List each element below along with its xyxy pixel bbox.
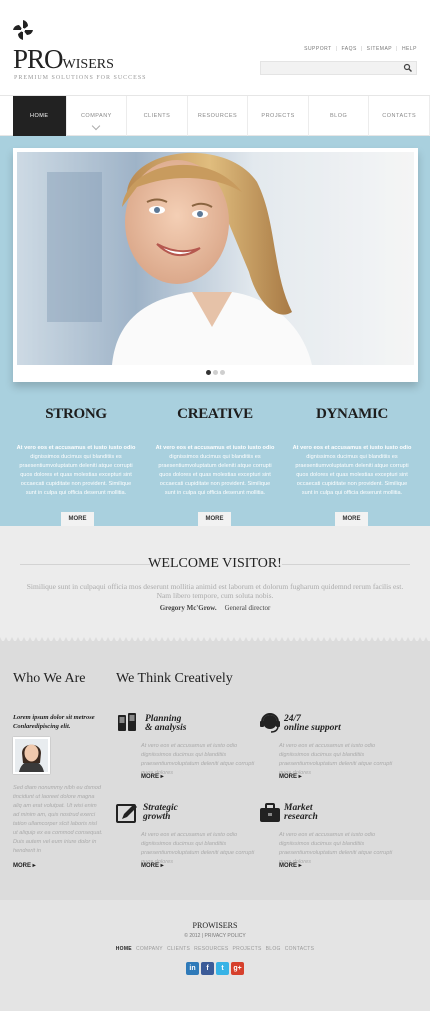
nav-contacts[interactable]: CONTACTS (369, 96, 430, 136)
facebook-icon[interactable]: f (201, 962, 214, 975)
googleplus-icon[interactable]: g+ (231, 962, 244, 975)
who-text: Sed diam nonummy nibh eu dsmod tincidunt… (13, 785, 103, 854)
footer-nav-contacts[interactable]: CONTACTS (285, 946, 315, 952)
footer-copyright: © 2012 | PRIVACY POLICY (184, 933, 246, 939)
twitter-icon[interactable]: t (216, 962, 229, 975)
more-label: MORE (279, 863, 297, 869)
footer (0, 900, 430, 1011)
welcome-text: Similique sunt in culpaqui officia mos d… (26, 582, 404, 600)
nav-company[interactable]: COMPANY (67, 96, 128, 136)
more-button[interactable]: MORE (335, 512, 368, 526)
who-subtitle: Lorem ipsum dolor sit metrose Conlaredip… (13, 714, 95, 730)
footer-brand: PROWISERS (192, 921, 238, 930)
footer-nav-resources[interactable]: RESOURCES (194, 946, 228, 952)
feature-title: Strategic growth (143, 803, 178, 822)
column-text: At vero eos et accusamus et iusto iusto … (292, 445, 412, 496)
column-creative: CREATIVE At vero eos et accusamus et ius… (155, 406, 275, 498)
social-links: in f t g+ (186, 962, 244, 975)
pencil-icon (116, 804, 137, 823)
footer-nav-blog[interactable]: BLOG (266, 946, 281, 952)
column-title: DYNAMIC (315, 406, 389, 422)
footer-nav-home[interactable]: HOME (116, 946, 132, 952)
header: PROWISERS PREMIUM SOLUTIONS FOR SUCCESS … (0, 0, 430, 95)
search-box (260, 61, 417, 80)
feature-title: Market research (284, 803, 318, 822)
top-link-faqs[interactable]: FAQS (342, 46, 357, 52)
tagline: PREMIUM SOLUTIONS FOR SUCCESS (14, 75, 147, 81)
feature-more-link[interactable]: MORE ▸ (141, 773, 164, 780)
feature-more-link[interactable]: MORE ▸ (279, 862, 302, 869)
more-label: MORE (279, 774, 297, 780)
who-heading: Who We Are (13, 671, 86, 686)
headset-icon (260, 713, 280, 733)
chevron-down-icon (92, 121, 101, 131)
footer-nav-projects[interactable]: PROJECTS (233, 946, 262, 952)
top-link-sitemap[interactable]: SITEMAP (367, 46, 392, 52)
feature-title-line: growth (143, 812, 171, 822)
signature-name: Gregory Mc'Grow. (159, 604, 217, 612)
feature-title-line: & analysis (145, 723, 187, 733)
slider-photo (17, 152, 414, 365)
logo-swirl-icon (13, 20, 33, 40)
linkedin-icon[interactable]: in (186, 962, 199, 975)
footer-nav: HOME COMPANY CLIENTS RESOURCES PROJECTS BLOG C… (0, 946, 430, 952)
slider-dot[interactable] (206, 370, 211, 375)
column-dynamic: DYNAMIC At vero eos et accusamus et iust… (292, 406, 412, 498)
column-title: STRONG (45, 406, 107, 422)
column-strong: STRONG At vero eos et accusamus et iusto… (16, 406, 136, 498)
welcome-title: WELCOME VISITOR! (148, 556, 282, 571)
feature-more-link[interactable]: MORE ▸ (141, 862, 164, 869)
column-text: At vero eos et accusamus et iusto iusto … (155, 445, 275, 496)
slider-dots (206, 370, 225, 375)
more-label: MORE (13, 863, 31, 869)
briefcase-icon (260, 803, 280, 822)
footer-nav-clients[interactable]: CLIENTS (167, 946, 190, 952)
welcome-signature: Gregory Mc'Grow. General director (0, 604, 430, 612)
top-link-support[interactable]: SUPPORT (304, 46, 332, 52)
avatar (13, 737, 50, 774)
signature-role: General director (224, 604, 271, 612)
think-heading: We Think Creatively (116, 671, 233, 686)
feature-title: 24/7 online support (284, 714, 341, 733)
privacy-policy-link[interactable]: PRIVACY POLICY (205, 933, 246, 939)
feature-title: Planning & analysis (145, 714, 187, 733)
copyright-text: © 2012 (184, 933, 201, 939)
main-nav: HOME COMPANY CLIENTS RESOURCES PROJECTS … (0, 95, 430, 136)
logo[interactable]: PROWISERS (13, 44, 114, 75)
page: PROWISERS PREMIUM SOLUTIONS FOR SUCCESS … (0, 0, 430, 1011)
slider-dot[interactable] (220, 370, 225, 375)
top-link-help[interactable]: HELP (402, 46, 417, 52)
footer-nav-company[interactable]: COMPANY (136, 946, 163, 952)
more-button[interactable]: MORE (61, 512, 94, 526)
feature-title-line: research (284, 812, 318, 822)
nav-resources[interactable]: RESOURCES (188, 96, 249, 136)
nav-home[interactable]: HOME (13, 96, 67, 136)
search-input[interactable] (261, 68, 401, 80)
logo-pro: PRO (13, 44, 64, 74)
column-title: CREATIVE (177, 406, 253, 422)
search-icon[interactable] (403, 63, 413, 73)
nav-clients[interactable]: CLIENTS (127, 96, 188, 136)
column-text: At vero eos et accusamus et iusto iusto … (16, 445, 136, 496)
nav-projects[interactable]: PROJECTS (248, 96, 309, 136)
phone-icon (118, 713, 136, 731)
feature-more-link[interactable]: MORE ▸ (279, 773, 302, 780)
nav-blog[interactable]: BLOG (309, 96, 370, 136)
logo-wisers: WISERS (62, 57, 114, 72)
nav-company-label: COMPANY (80, 113, 112, 119)
who-more-link[interactable]: MORE ▸ (13, 862, 36, 869)
more-button[interactable]: MORE (198, 512, 231, 526)
more-label: MORE (141, 774, 159, 780)
feature-title-line: online support (284, 723, 341, 733)
more-label: MORE (141, 863, 159, 869)
top-links: SUPPORT | FAQS | SITEMAP | HELP (304, 46, 417, 52)
slider-dot[interactable] (213, 370, 218, 375)
